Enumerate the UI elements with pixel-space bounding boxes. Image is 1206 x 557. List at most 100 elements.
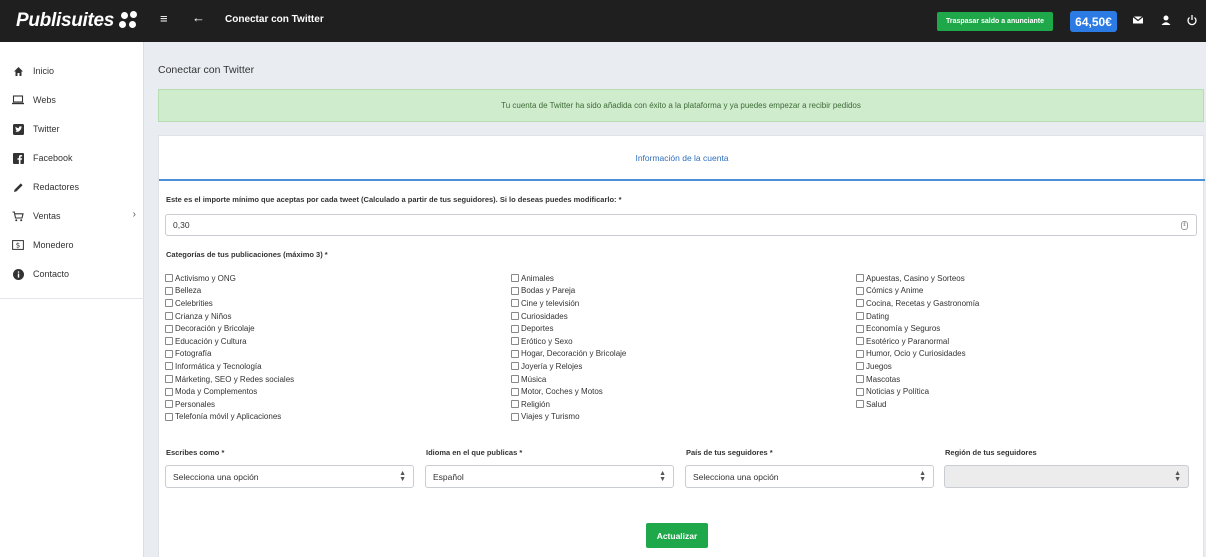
sidebar-item-facebook[interactable]: Facebook bbox=[12, 150, 136, 166]
category-option[interactable]: Música bbox=[511, 373, 626, 386]
category-option[interactable]: Activismo y ONG bbox=[165, 272, 294, 285]
category-option[interactable]: Religión bbox=[511, 398, 626, 411]
category-option[interactable]: Esotérico y Paranormal bbox=[856, 335, 979, 348]
category-option[interactable]: Economía y Seguros bbox=[856, 322, 979, 335]
sidebar-item-redactores[interactable]: Redactores bbox=[12, 179, 136, 195]
user-icon[interactable] bbox=[1160, 14, 1172, 26]
category-checkbox[interactable] bbox=[511, 324, 519, 333]
category-option[interactable]: Crianza y Niños bbox=[165, 310, 294, 323]
category-option[interactable]: Cómics y Anime bbox=[856, 285, 979, 298]
category-option[interactable]: Moda y Complementos bbox=[165, 385, 294, 398]
sidebar-item-webs[interactable]: Webs bbox=[12, 92, 136, 108]
category-option[interactable]: Curiosidades bbox=[511, 310, 626, 323]
category-label: Noticias y Política bbox=[866, 387, 930, 397]
language-label: Idioma en el que publicas * bbox=[426, 448, 523, 457]
update-button[interactable]: Actualizar bbox=[646, 523, 708, 548]
writes-as-select[interactable]: Selecciona una opción ▲ ▼ bbox=[165, 465, 414, 488]
category-option[interactable]: Humor, Ocio y Curiosidades bbox=[856, 348, 979, 361]
category-checkbox[interactable] bbox=[165, 400, 173, 409]
country-select[interactable]: Selecciona una opción ▲ ▼ bbox=[685, 465, 934, 488]
category-checkbox[interactable] bbox=[856, 387, 864, 396]
category-checkbox[interactable] bbox=[856, 286, 864, 295]
menu-icon[interactable]: ≡ bbox=[160, 11, 168, 26]
category-option[interactable]: Juegos bbox=[856, 360, 979, 373]
category-option[interactable]: Dating bbox=[856, 310, 979, 323]
power-icon[interactable] bbox=[1186, 14, 1198, 26]
category-option[interactable]: Cocina, Recetas y Gastronomía bbox=[856, 297, 979, 310]
category-option[interactable]: Márketing, SEO y Redes sociales bbox=[165, 373, 294, 386]
category-checkbox[interactable] bbox=[165, 337, 173, 346]
category-checkbox[interactable] bbox=[511, 286, 519, 295]
logo[interactable]: Publisuites bbox=[0, 0, 143, 42]
category-option[interactable]: Belleza bbox=[165, 285, 294, 298]
select-arrows-icon: ▲ ▼ bbox=[919, 470, 926, 483]
language-select[interactable]: Español ▲ ▼ bbox=[425, 465, 674, 488]
category-checkbox[interactable] bbox=[511, 274, 519, 283]
category-option[interactable]: Telefonía móvil y Aplicaciones bbox=[165, 411, 294, 424]
category-option[interactable]: Decoración y Bricolaje bbox=[165, 322, 294, 335]
category-option[interactable]: Deportes bbox=[511, 322, 626, 335]
category-option[interactable]: Apuestas, Casino y Sorteos bbox=[856, 272, 979, 285]
category-checkbox[interactable] bbox=[511, 349, 519, 358]
sidebar-item-twitter[interactable]: Twitter bbox=[12, 121, 136, 137]
category-checkbox[interactable] bbox=[511, 312, 519, 321]
category-option[interactable]: Hogar, Decoración y Bricolaje bbox=[511, 348, 626, 361]
category-checkbox[interactable] bbox=[856, 299, 864, 308]
category-checkbox[interactable] bbox=[165, 349, 173, 358]
category-checkbox[interactable] bbox=[165, 362, 173, 371]
category-option[interactable]: Motor, Coches y Motos bbox=[511, 385, 626, 398]
category-checkbox[interactable] bbox=[511, 387, 519, 396]
back-arrow-icon[interactable]: ← bbox=[192, 10, 205, 25]
category-option[interactable]: Erótico y Sexo bbox=[511, 335, 626, 348]
category-checkbox[interactable] bbox=[511, 400, 519, 409]
category-checkbox[interactable] bbox=[511, 337, 519, 346]
amount-label: Este es el importe mínimo que aceptas po… bbox=[166, 195, 622, 204]
category-checkbox[interactable] bbox=[165, 375, 173, 384]
category-label: Personales bbox=[175, 399, 216, 409]
balance-badge[interactable]: 64,50€ bbox=[1070, 11, 1117, 32]
category-checkbox[interactable] bbox=[511, 362, 519, 371]
category-checkbox[interactable] bbox=[511, 375, 519, 384]
category-option[interactable]: Fotografía bbox=[165, 348, 294, 361]
category-option[interactable]: Joyería y Relojes bbox=[511, 360, 626, 373]
category-option[interactable]: Salud bbox=[856, 398, 979, 411]
category-checkbox[interactable] bbox=[856, 324, 864, 333]
category-checkbox[interactable] bbox=[165, 412, 173, 421]
category-option[interactable]: Noticias y Política bbox=[856, 385, 979, 398]
category-option[interactable]: Bodas y Pareja bbox=[511, 285, 626, 298]
transfer-balance-button[interactable]: Traspasar saldo a anunciante bbox=[937, 12, 1053, 31]
category-checkbox[interactable] bbox=[856, 312, 864, 321]
category-checkbox[interactable] bbox=[856, 400, 864, 409]
category-checkbox[interactable] bbox=[165, 312, 173, 321]
region-select[interactable]: ▲ ▼ bbox=[944, 465, 1189, 488]
category-checkbox[interactable] bbox=[165, 299, 173, 308]
category-option[interactable]: Celebrities bbox=[165, 297, 294, 310]
category-option[interactable]: Animales bbox=[511, 272, 626, 285]
tab-account-info[interactable]: Información de la cuenta bbox=[159, 136, 1205, 181]
category-checkbox[interactable] bbox=[511, 412, 519, 421]
category-option[interactable]: Educación y Cultura bbox=[165, 335, 294, 348]
sidebar-item-inicio[interactable]: Inicio bbox=[12, 63, 136, 79]
sidebar-item-monedero[interactable]: $ Monedero bbox=[12, 237, 136, 253]
category-checkbox[interactable] bbox=[856, 274, 864, 283]
category-checkbox[interactable] bbox=[856, 362, 864, 371]
category-checkbox[interactable] bbox=[856, 375, 864, 384]
sidebar-item-contacto[interactable]: Contacto bbox=[12, 266, 136, 282]
category-checkbox[interactable] bbox=[165, 274, 173, 283]
category-checkbox[interactable] bbox=[511, 299, 519, 308]
category-checkbox[interactable] bbox=[165, 324, 173, 333]
category-label: Juegos bbox=[866, 361, 892, 371]
category-checkbox[interactable] bbox=[165, 286, 173, 295]
category-option[interactable]: Viajes y Turismo bbox=[511, 411, 626, 424]
category-option[interactable]: Mascotas bbox=[856, 373, 979, 386]
category-checkbox[interactable] bbox=[856, 337, 864, 346]
category-option[interactable]: Informática y Tecnología bbox=[165, 360, 294, 373]
mail-icon[interactable] bbox=[1132, 14, 1144, 26]
sidebar-item-ventas[interactable]: Ventas › bbox=[12, 208, 136, 224]
category-option[interactable]: Cine y televisión bbox=[511, 297, 626, 310]
amount-input[interactable]: 0,30 ⇕ bbox=[165, 214, 1197, 236]
category-option[interactable]: Personales bbox=[165, 398, 294, 411]
number-spinner-icon[interactable]: ⇕ bbox=[1181, 221, 1188, 230]
category-checkbox[interactable] bbox=[165, 387, 173, 396]
category-checkbox[interactable] bbox=[856, 349, 864, 358]
